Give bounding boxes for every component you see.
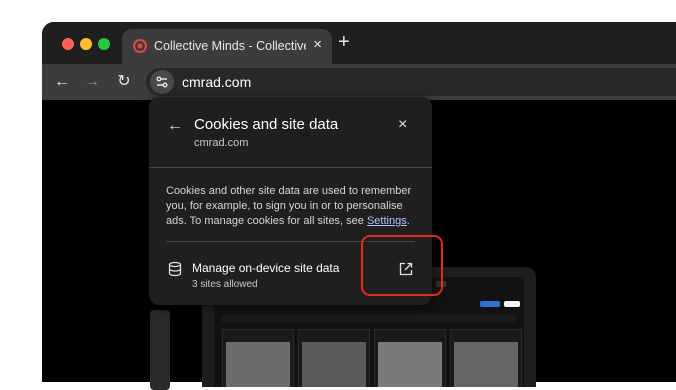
new-tab-button[interactable]: + [338,32,350,52]
url-text[interactable]: cmrad.com [182,74,251,90]
back-arrow-icon[interactable]: ← [167,118,183,134]
laptop-stand [150,310,170,390]
toolbar: ← → ↻ cmrad.com [42,64,676,100]
popup-subtitle: cmrad.com [194,137,249,149]
tab-strip: Collective Minds - Collective I × + [42,22,676,64]
cookies-description: Cookies and other site data are used to … [166,184,421,229]
screen-button [504,301,520,307]
divider [149,167,432,168]
manage-title: Manage on-device site data [192,261,340,275]
scan-thumbnail [450,329,522,387]
collective-minds-icon [133,39,147,53]
scan-thumbnail [374,329,446,387]
maximize-window-button[interactable] [98,38,110,50]
screen-button [480,301,500,307]
forward-button[interactable]: → [82,72,102,92]
address-bar[interactable]: cmrad.com [146,68,676,96]
settings-link[interactable]: Settings [367,215,407,227]
database-icon [168,261,182,277]
highlight-box [361,235,443,296]
scan-thumbnail [222,329,294,387]
minimize-window-button[interactable] [80,38,92,50]
popup-title: Cookies and site data [194,116,339,133]
manage-subtitle: 3 sites allowed [192,279,258,290]
close-window-button[interactable] [62,38,74,50]
tab-collective-minds[interactable]: Collective Minds - Collective I × [122,29,332,64]
scan-thumbnail [298,329,370,387]
tab-title: Collective Minds - Collective I [154,39,306,53]
tune-icon[interactable] [150,70,174,94]
reload-button[interactable]: ↻ [114,72,134,92]
tab-close-icon[interactable]: × [313,37,322,53]
screen-toolbar [222,315,516,323]
description-end: . [406,215,410,227]
close-icon[interactable]: × [398,117,407,133]
back-button[interactable]: ← [52,72,72,92]
